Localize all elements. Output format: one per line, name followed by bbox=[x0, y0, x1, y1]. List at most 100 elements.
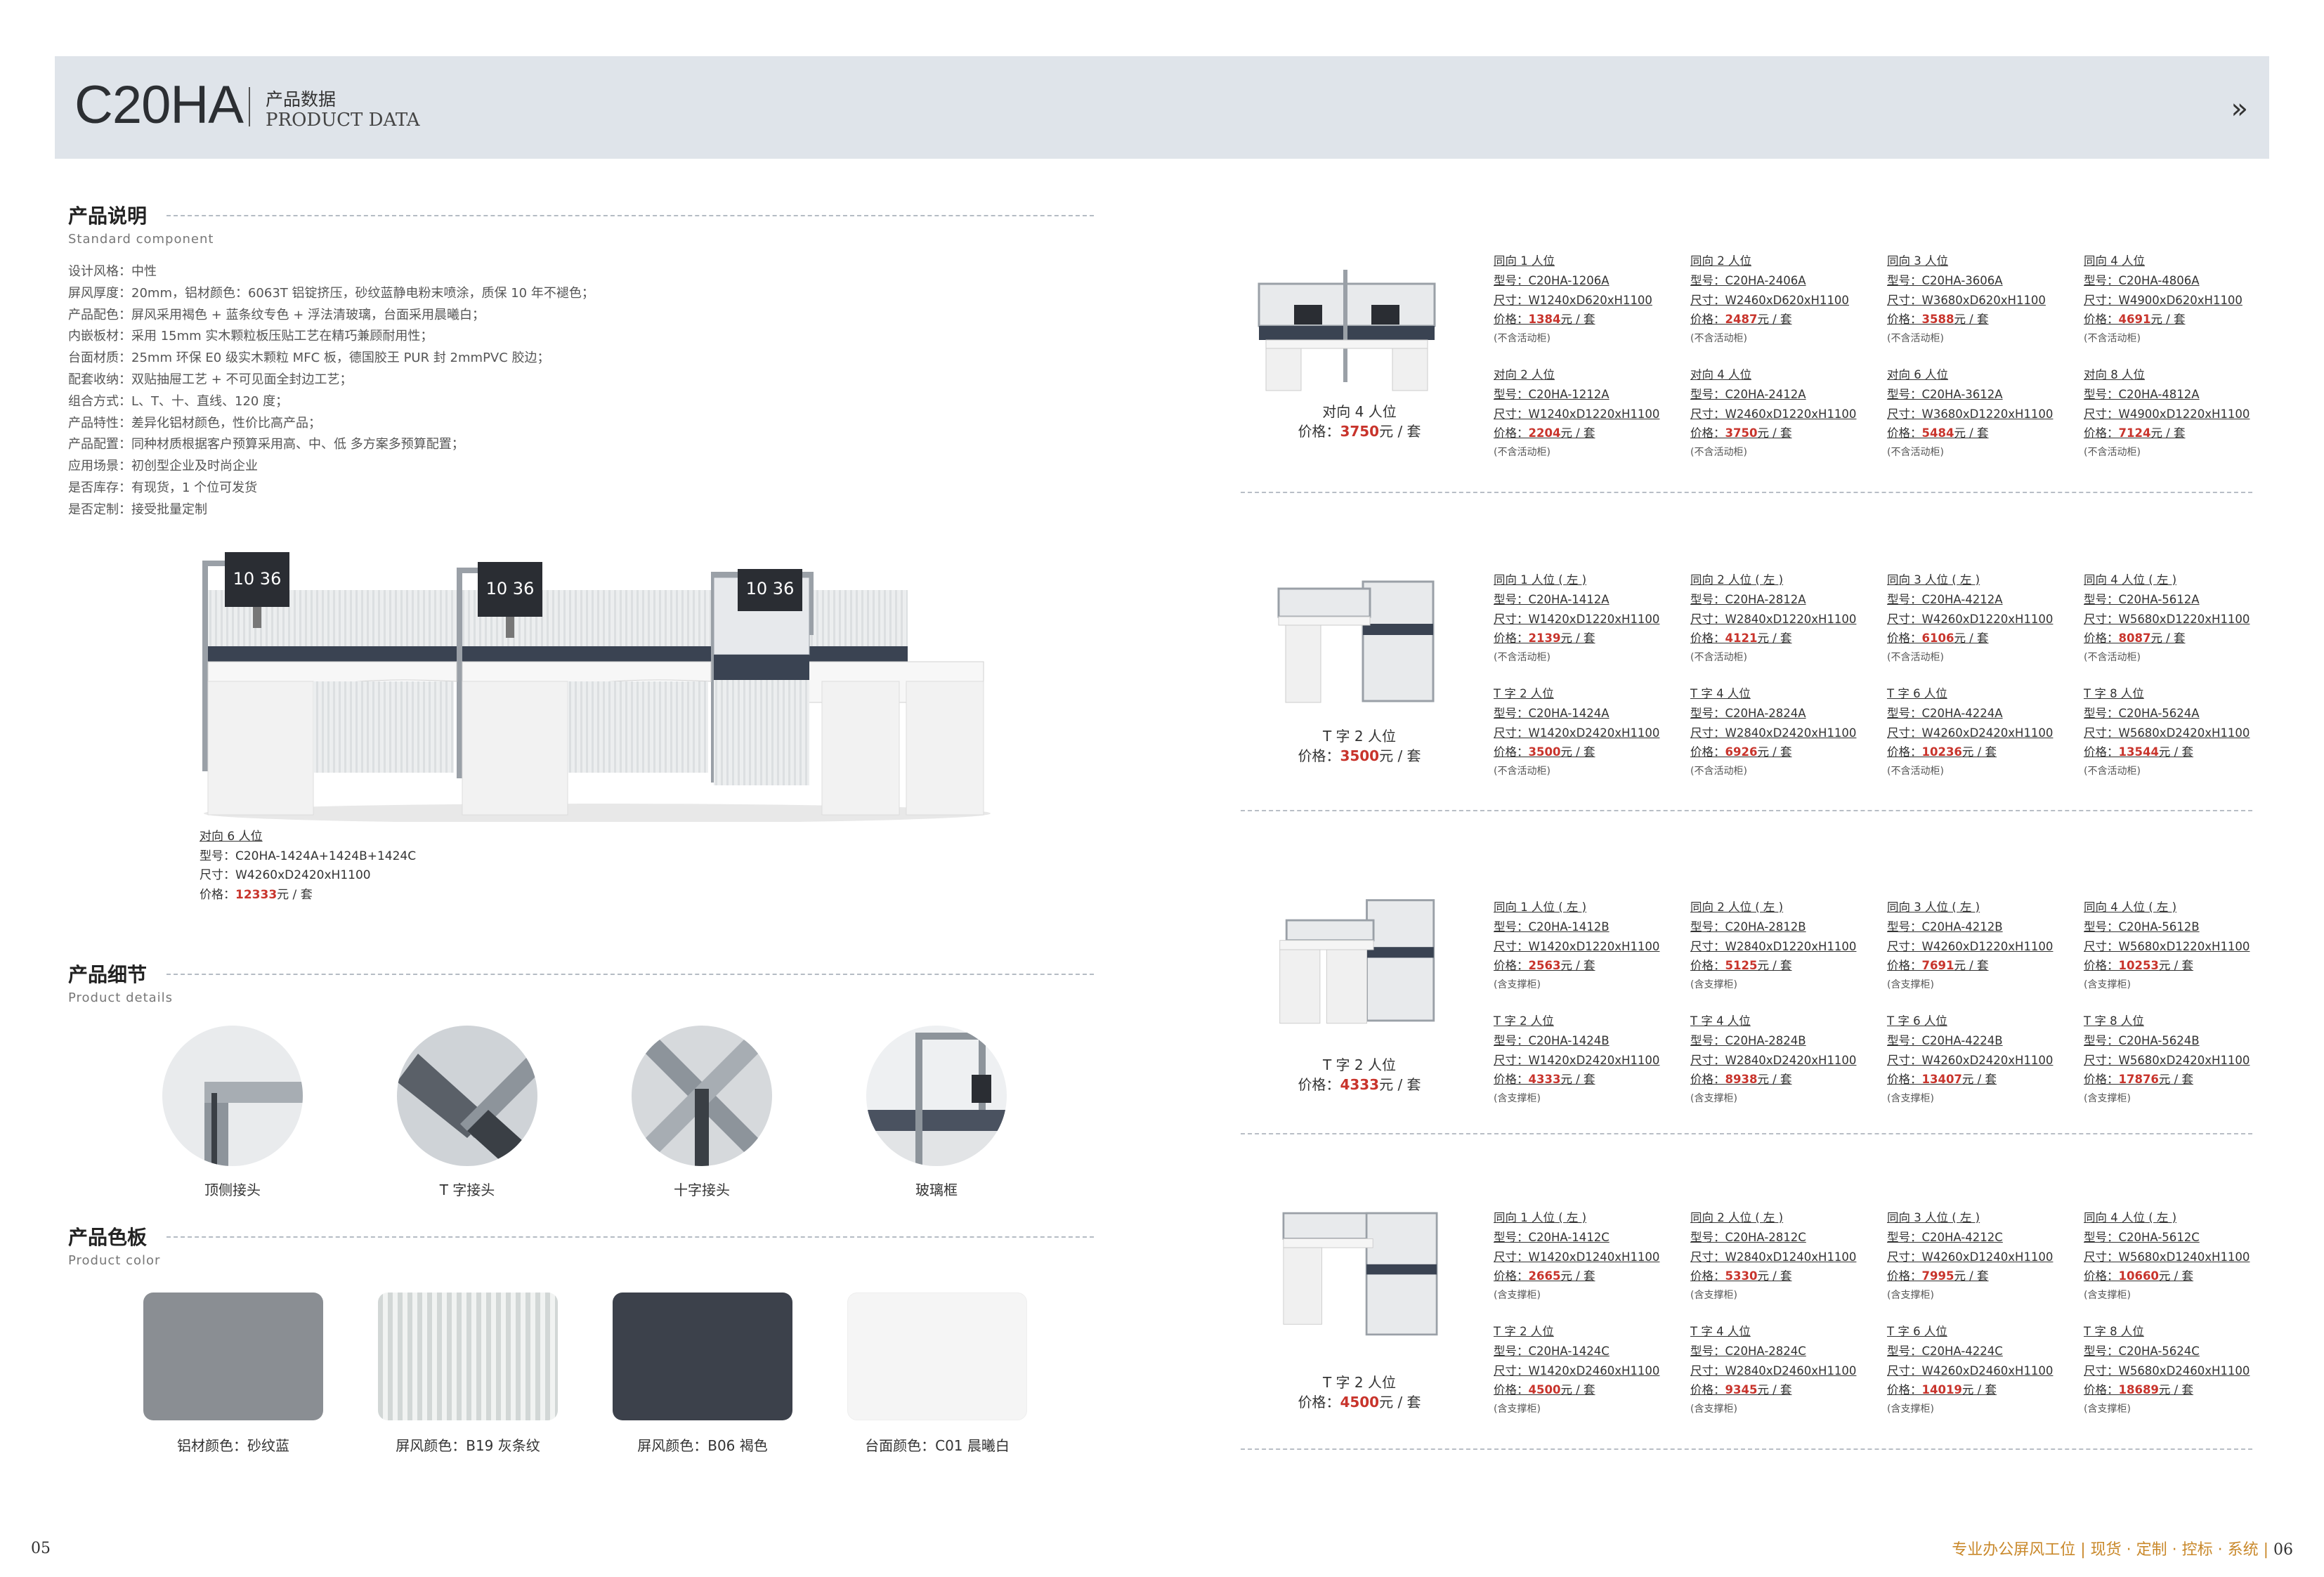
details-heading: 产品细节 Product details bbox=[68, 960, 1094, 1005]
cell-name: T 字 6 人位 bbox=[1887, 1014, 1947, 1028]
cell-name: 同向 3 人位 ( 左 ) bbox=[1887, 573, 1980, 587]
cell-model: C20HA-1412C bbox=[1528, 1230, 1610, 1244]
price-unit: 元 / 套 bbox=[1757, 632, 1792, 646]
price-unit: 元 / 套 bbox=[1954, 632, 1989, 646]
model-label: 型号： bbox=[1887, 273, 1922, 287]
cell-name: 对向 4 人位 bbox=[1690, 368, 1751, 381]
group-caption-name: T 字 2 人位 bbox=[1322, 1374, 1396, 1391]
price-label: 价格： bbox=[1494, 1073, 1529, 1087]
product-cell: 同向 4 人位 ( 左 ) 型号：C20HA-5612C 尺寸：W5680xD124… bbox=[2084, 1208, 2250, 1306]
cell-name: 同向 1 人位 ( 左 ) bbox=[1494, 573, 1587, 587]
model-label: 型号： bbox=[1887, 920, 1922, 934]
cell-note: (不含活动柜) bbox=[1690, 333, 1747, 345]
monitor-clock: 10 36 bbox=[746, 579, 795, 598]
cell-name: 同向 3 人位 bbox=[1887, 254, 1948, 268]
size-label: 尺寸： bbox=[1887, 1053, 1922, 1067]
spec-line: 内嵌板材：采用 15mm 实木颗粒板压贴工艺在精巧兼顾耐用性； bbox=[68, 329, 433, 344]
price-unit: 元 / 套 bbox=[2150, 313, 2186, 327]
cell-size: W1420xD1220xH1100 bbox=[1528, 939, 1660, 953]
swatch-box bbox=[143, 1293, 323, 1420]
group-caption-name: T 字 2 人位 bbox=[1322, 728, 1396, 745]
size-label: 尺寸： bbox=[2084, 1053, 2119, 1067]
cell-size: W5680xD1240xH1100 bbox=[2118, 1250, 2250, 1264]
price-label: 价格： bbox=[1690, 745, 1725, 759]
price-label: 价格： bbox=[1887, 1073, 1922, 1087]
swatch-label: 屏风颜色：B19 灰条纹 bbox=[396, 1437, 540, 1454]
product-cell: 同向 4 人位 ( 左 ) 型号：C20HA-5612A 尺寸：W5680xD122… bbox=[2084, 570, 2250, 668]
size-label: 尺寸： bbox=[1887, 612, 1922, 626]
spec-line: 配套收纳：双贴抽屉工艺 + 不可见面全封边工艺； bbox=[68, 372, 353, 387]
price-label: 价格： bbox=[1690, 426, 1725, 440]
header-title-cn: 产品数据 bbox=[266, 89, 337, 110]
cell-size: W1240xD1220xH1100 bbox=[1528, 407, 1660, 421]
price-unit: 元 / 套 bbox=[1560, 1073, 1595, 1087]
price-label: 价格： bbox=[1298, 1076, 1340, 1093]
price-label: 价格： bbox=[2084, 313, 2119, 327]
product-cell: T 字 2 人位 型号：C20HA-1424B 尺寸：W1420xD2420xH11… bbox=[1494, 1012, 1659, 1109]
cell-model: C20HA-4812A bbox=[2118, 387, 2200, 401]
cell-size: W5680xD2460xH1100 bbox=[2118, 1363, 2250, 1378]
cell-model: C20HA-5612A bbox=[2118, 592, 2200, 606]
cell-model: C20HA-1412B bbox=[1528, 920, 1610, 934]
group-caption-name: T 字 2 人位 bbox=[1322, 1056, 1396, 1073]
cell-note: (含支撑柜) bbox=[2084, 1403, 2131, 1415]
color-swatch-gray-stripe: 屏风颜色：B19 灰条纹 bbox=[378, 1293, 558, 1455]
cell-price: 8087 bbox=[2118, 632, 2151, 646]
chevron-right-icon[interactable]: » bbox=[2231, 93, 2248, 125]
section-subtitle: Product details bbox=[68, 990, 174, 1005]
price-unit: 元 / 套 bbox=[1954, 959, 1989, 973]
spec-line: 产品配色：屏风采用褐色 + 蓝条纹专色 + 浮法清玻璃，台面采用晨曦白； bbox=[68, 307, 485, 322]
size-label: 尺寸： bbox=[1690, 939, 1725, 953]
product-cell: 同向 4 人位 ( 左 ) 型号：C20HA-5612B 尺寸：W5680xD122… bbox=[2084, 898, 2250, 995]
cell-name: 同向 4 人位 ( 左 ) bbox=[2084, 901, 2177, 914]
product-cell: T 字 8 人位 型号：C20HA-5624C 尺寸：W5680xD2460xH11… bbox=[2084, 1322, 2250, 1420]
swatch-box bbox=[847, 1293, 1027, 1420]
cell-size: W4260xD1220xH1100 bbox=[1921, 612, 2054, 626]
group-3-caption: T 字 2 人位 价格：4500元 / 套 bbox=[1265, 1373, 1454, 1412]
dashed-divider bbox=[167, 1236, 1094, 1238]
spec-line: 台面材质：25mm 环保 E0 级实木颗粒 MFC 板，德国胶王 PUR 封 2… bbox=[68, 351, 550, 366]
product-cell: 同向 3 人位 ( 左 ) 型号：C20HA-4212A 尺寸：W4260xD122… bbox=[1887, 570, 2053, 668]
cell-model: C20HA-2812A bbox=[1725, 592, 1806, 606]
product-cell: T 字 4 人位 型号：C20HA-2824A 尺寸：W2840xD2420xH11… bbox=[1690, 684, 1856, 782]
price-label: 价格： bbox=[1887, 313, 1922, 327]
cell-size: W4260xD1220xH1100 bbox=[1921, 939, 2054, 953]
detail-label: 玻璃框 bbox=[915, 1182, 958, 1198]
cell-size: W1420xD1220xH1100 bbox=[1528, 612, 1660, 626]
detail-cross-joint: 十字接头 bbox=[628, 1026, 776, 1199]
cell-note: (含支撑柜) bbox=[1494, 1093, 1541, 1105]
cell-model: C20HA-2406A bbox=[1725, 273, 1806, 287]
price-label: 价格： bbox=[1690, 1073, 1725, 1087]
cell-note: (含支撑柜) bbox=[1494, 979, 1541, 991]
section-title: 产品细节 bbox=[68, 963, 148, 986]
cell-price: 13544 bbox=[2118, 745, 2159, 759]
price-label: 价格： bbox=[1690, 1269, 1725, 1283]
featured-name: 对向 6 人位 bbox=[200, 830, 263, 844]
price-unit: 元 / 套 bbox=[1954, 313, 1989, 327]
size-label: 尺寸： bbox=[1887, 939, 1922, 953]
price-label: 价格： bbox=[2084, 1269, 2119, 1283]
spec-line: 产品配置：同种材质根据客户预算采用高、中、低 多方案多预算配置； bbox=[68, 437, 464, 452]
product-cell: 同向 2 人位 ( 左 ) 型号：C20HA-2812B 尺寸：W2840xD122… bbox=[1690, 898, 1856, 995]
price-unit: 元 / 套 bbox=[1757, 745, 1792, 759]
detail-glass-frame: 玻璃框 bbox=[863, 1026, 1010, 1199]
swatch-label: 屏风颜色：B06 褐色 bbox=[637, 1437, 768, 1454]
model-label: 型号： bbox=[1887, 387, 1922, 401]
group-caption-price: 4333 bbox=[1340, 1076, 1380, 1093]
model-label: 型号： bbox=[1887, 706, 1922, 720]
swatch-box bbox=[613, 1293, 792, 1420]
cell-note: (不含活动柜) bbox=[1494, 333, 1551, 345]
price-unit: 元 / 套 bbox=[2158, 1073, 2193, 1087]
product-cell: T 字 8 人位 型号：C20HA-5624B 尺寸：W5680xD2420xH11… bbox=[2084, 1012, 2250, 1109]
product-cell: T 字 6 人位 型号：C20HA-4224A 尺寸：W4260xD2420xH11… bbox=[1887, 684, 2053, 782]
model-label: 型号： bbox=[2084, 1344, 2119, 1358]
section-subtitle: Product color bbox=[68, 1253, 161, 1268]
price-label: 价格： bbox=[1494, 426, 1529, 440]
price-label: 价格： bbox=[1298, 423, 1340, 440]
cell-size: W1240xD620xH1100 bbox=[1528, 293, 1652, 307]
product-cell: 同向 3 人位 ( 左 ) 型号：C20HA-4212B 尺寸：W4260xD122… bbox=[1887, 898, 2053, 995]
cell-price: 2665 bbox=[1528, 1269, 1561, 1283]
cell-note: (含支撑柜) bbox=[1887, 1290, 1934, 1302]
detail-t-joint: T 字接头 bbox=[393, 1026, 559, 1199]
cell-note: (含支撑柜) bbox=[2084, 979, 2131, 991]
